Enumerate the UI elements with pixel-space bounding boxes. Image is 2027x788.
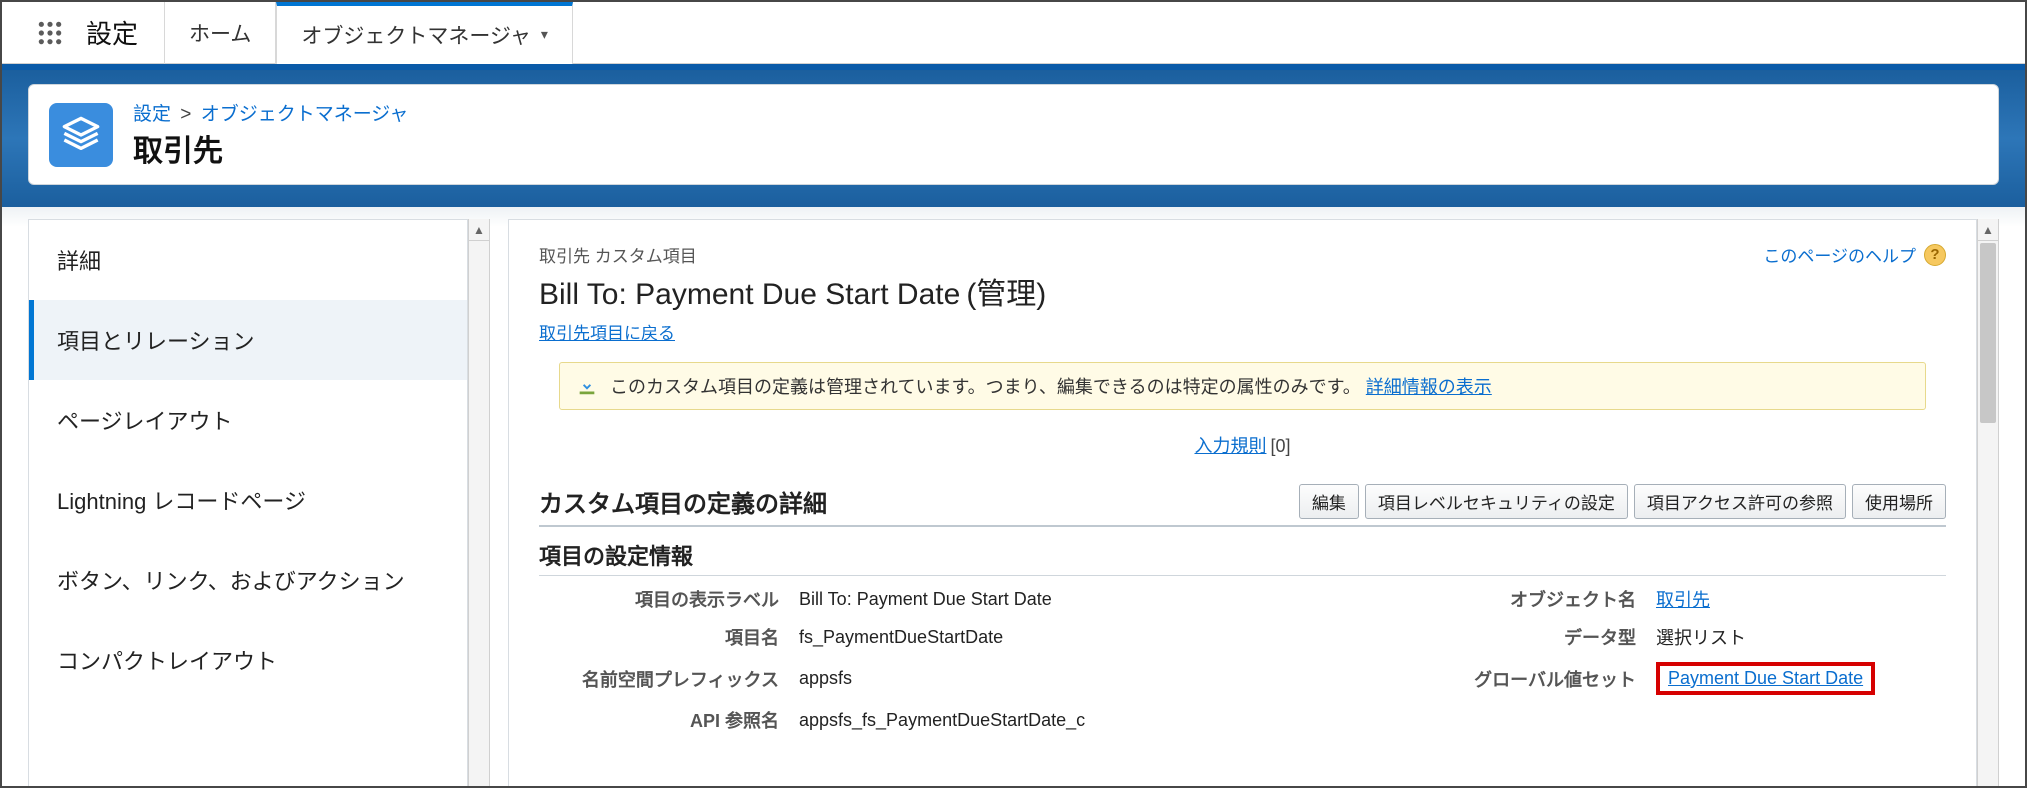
validation-rules-count: [0] (1270, 436, 1290, 456)
label-field-label: 項目の表示ラベル (539, 580, 789, 618)
field-heading: Bill To: Payment Due Start Date(管理) (539, 269, 1946, 313)
tab-home[interactable]: ホーム (164, 2, 276, 64)
field-detail-table: 項目の表示ラベル Bill To: Payment Due Start Date… (539, 580, 1946, 739)
where-used-button[interactable]: 使用場所 (1852, 484, 1946, 519)
field-info-title: 項目の設定情報 (539, 531, 1946, 576)
sidebar: 詳細 項目とリレーション ページレイアウト Lightning レコードページ … (28, 219, 468, 788)
help-icon: ? (1924, 244, 1946, 266)
field-heading-suffix: (管理) (966, 278, 1046, 311)
page-title: 取引先 (133, 126, 408, 170)
value-field-name: fs_PaymentDueStartDate (789, 618, 1426, 656)
detail-section-title: カスタム項目の定義の詳細 (539, 484, 827, 519)
managed-message-link[interactable]: 詳細情報の表示 (1366, 377, 1492, 397)
table-row: API 参照名 appsfs_fs_PaymentDueStartDate_c (539, 701, 1946, 739)
tab-label: オブジェクトマネージャ (301, 20, 531, 50)
page-header-card: 設定 > オブジェクトマネージャ 取引先 (28, 84, 1999, 185)
field-level-security-button[interactable]: 項目レベルセキュリティの設定 (1365, 484, 1628, 519)
scroll-up-icon[interactable]: ▲ (1978, 219, 1998, 241)
page-header-band: 設定 > オブジェクトマネージャ 取引先 (2, 64, 2025, 207)
tab-object-manager[interactable]: オブジェクトマネージャ ▾ (276, 2, 573, 64)
sidebar-item-buttons-links[interactable]: ボタン、リンク、およびアクション (29, 540, 467, 620)
sidebar-item-fields[interactable]: 項目とリレーション (29, 300, 467, 380)
label-api-name: API 参照名 (539, 701, 789, 739)
managed-message-text: このカスタム項目の定義は管理されています。つまり、編集できるのは特定の属性のみで… (610, 377, 1361, 397)
content-scrollbar[interactable]: ▲ (1977, 219, 1999, 788)
label-object-name: オブジェクト名 (1426, 580, 1646, 618)
app-launcher-icon[interactable] (28, 11, 72, 55)
label-field-name: 項目名 (539, 618, 789, 656)
sidebar-item-page-layouts[interactable]: ページレイアウト (29, 380, 467, 460)
breadcrumb-root[interactable]: 設定 (133, 104, 171, 125)
top-bar: 設定 ホーム オブジェクトマネージャ ▾ (2, 2, 2025, 64)
main-area: 詳細 項目とリレーション ページレイアウト Lightning レコードページ … (2, 207, 2025, 788)
help-link[interactable]: このページのヘルプ ? (1763, 242, 1946, 267)
scrollbar-thumb[interactable] (1980, 243, 1996, 423)
field-heading-text: Bill To: Payment Due Start Date (539, 278, 960, 311)
app-title: 設定 (86, 14, 138, 51)
sidebar-item-lightning-pages[interactable]: Lightning レコードページ (29, 460, 467, 540)
value-api-name: appsfs_fs_PaymentDueStartDate_c (789, 701, 1426, 739)
table-row: 項目名 fs_PaymentDueStartDate データ型 選択リスト (539, 618, 1946, 656)
value-field-label: Bill To: Payment Due Start Date (789, 580, 1426, 618)
button-row: 編集 項目レベルセキュリティの設定 項目アクセス許可の参照 使用場所 (1259, 484, 1946, 519)
breadcrumb-parent[interactable]: オブジェクトマネージャ (201, 104, 409, 125)
label-namespace: 名前空間プレフィックス (539, 656, 789, 701)
validation-rules-link[interactable]: 入力規則 (1194, 436, 1266, 456)
back-link[interactable]: 取引先項目に戻る (539, 324, 675, 343)
help-link-label: このページのヘルプ (1763, 242, 1916, 267)
edit-button[interactable]: 編集 (1299, 484, 1359, 519)
label-data-type: データ型 (1426, 618, 1646, 656)
related-list-nav: 入力規則[0] (539, 432, 1946, 458)
value-namespace: appsfs (789, 656, 1426, 701)
field-access-button[interactable]: 項目アクセス許可の参照 (1634, 484, 1846, 519)
kicker: 取引先 カスタム項目 (539, 242, 1946, 267)
breadcrumb-separator: > (180, 104, 191, 125)
sidebar-item-details[interactable]: 詳細 (29, 220, 467, 300)
detail-section-header: カスタム項目の定義の詳細 編集 項目レベルセキュリティの設定 項目アクセス許可の… (539, 484, 1946, 527)
object-icon (49, 103, 113, 167)
table-row: 項目の表示ラベル Bill To: Payment Due Start Date… (539, 580, 1946, 618)
managed-message: このカスタム項目の定義は管理されています。つまり、編集できるのは特定の属性のみで… (559, 362, 1926, 410)
table-row: 名前空間プレフィックス appsfs グローバル値セット Payment Due… (539, 656, 1946, 701)
download-icon (576, 375, 598, 397)
content-panel: このページのヘルプ ? 取引先 カスタム項目 Bill To: Payment … (508, 219, 1977, 788)
label-global-value-set: グローバル値セット (1426, 656, 1646, 701)
sidebar-item-compact-layouts[interactable]: コンパクトレイアウト (29, 620, 467, 700)
scroll-up-icon[interactable]: ▲ (469, 219, 489, 241)
global-value-set-link[interactable]: Payment Due Start Date (1668, 668, 1863, 688)
chevron-down-icon: ▾ (541, 26, 548, 43)
sidebar-scrollbar[interactable]: ▲ (468, 219, 490, 788)
breadcrumb: 設定 > オブジェクトマネージャ (133, 99, 408, 126)
tab-label: ホーム (189, 18, 251, 48)
object-link[interactable]: 取引先 (1656, 590, 1710, 610)
value-data-type: 選択リスト (1646, 618, 1946, 656)
